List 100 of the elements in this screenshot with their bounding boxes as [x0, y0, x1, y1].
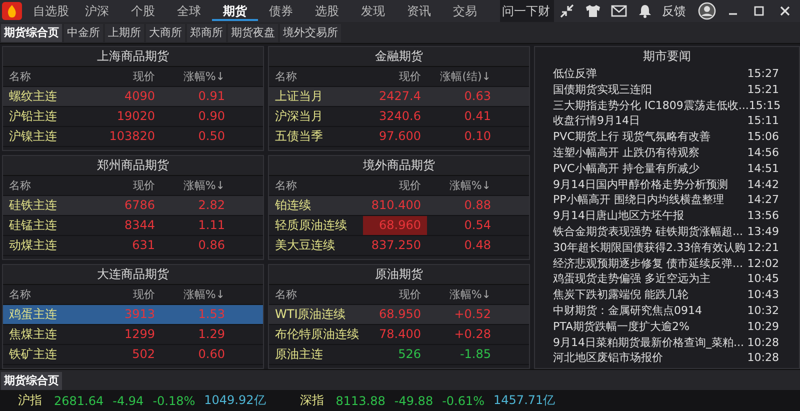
flame-logo-icon [2, 2, 22, 20]
news-headline[interactable]: 9月14日菜粕期货最新价格查询_菜粕... [553, 334, 744, 350]
price-cell-text: 103820 [108, 128, 156, 145]
news-time: 10:28 [747, 350, 779, 366]
news-headline[interactable]: 鸡蛋现货走势偏强 多近空远为主 [553, 271, 710, 288]
name-cell-text: 焦煤主连 [8, 326, 58, 343]
index-name: 沪指 [18, 392, 42, 409]
news-time: 13:49 [747, 224, 779, 240]
index-name: 深指 [300, 392, 324, 409]
quote-row[interactable]: 鸡蛋主连 3913 1.53 [3, 305, 263, 325]
price-cell-text: 837.250 [370, 237, 422, 254]
quote-row[interactable]: 硅锰主连 8344 1.11 [3, 216, 263, 236]
quote-row[interactable]: 轻质原油连续 68.960 0.54 [269, 216, 529, 236]
nav-tab[interactable]: 自选股 [28, 1, 74, 21]
quote-row[interactable]: 螺纹主连 4090 0.91 [3, 87, 263, 107]
column-header[interactable]: 名称 [269, 287, 363, 302]
change-cell-text: 0.91 [197, 88, 226, 105]
column-header[interactable]: 现价 [97, 69, 161, 84]
quote-row[interactable]: 五债当季 97.600 0.10 [269, 127, 529, 147]
quote-row[interactable]: 硅铁主连 6786 2.82 [3, 196, 263, 216]
news-headline[interactable]: 连塑小幅高开 止跌仍有待观察 [553, 144, 700, 161]
news-time: 14:42 [747, 176, 779, 192]
column-header[interactable]: 现价 [97, 178, 161, 193]
column-header[interactable]: 现价 [97, 287, 161, 302]
index-value: -49.88 [394, 394, 434, 408]
exchange-tab[interactable]: 境外交易所 [280, 24, 341, 42]
price-cell-text: 631 [131, 237, 156, 254]
column-header[interactable]: 名称 [269, 69, 363, 84]
price-cell-text: 8344 [123, 217, 156, 234]
news-headline[interactable]: PTA期货跌幅一度扩大逾2% [553, 318, 690, 335]
news-time: 15:06 [747, 129, 779, 145]
name-cell-text: 沪镍主连 [8, 128, 58, 145]
column-header[interactable]: 涨幅(结)↓ [427, 69, 497, 84]
nav-tab[interactable]: 沪深 [74, 1, 120, 21]
change-cell-text: 0.41 [463, 108, 492, 125]
news-headline[interactable]: 国债期货实现三连阳 [553, 82, 652, 98]
news-headline[interactable]: 9月14日唐山地区方坯午报 [553, 208, 684, 224]
news-headline[interactable]: 焦炭下跌初露端倪 能跌几轮 [553, 287, 688, 303]
change-cell-text: 0.54 [463, 217, 492, 234]
column-header[interactable]: 现价 [363, 287, 427, 302]
column-header[interactable]: 涨幅%↓ [161, 287, 231, 302]
quote-row[interactable]: 布伦特原油连续 78.400 +0.28 [269, 325, 529, 345]
news-headline[interactable]: 30年超长期限国债获得2.33倍有效认购 [553, 240, 746, 256]
nav-tab[interactable]: 个股 [120, 1, 166, 21]
news-headline[interactable]: 三大期指走势分化 IC1809震荡走低收... [553, 98, 749, 114]
nav-tab[interactable]: 选股 [304, 1, 350, 21]
nav-tab[interactable]: 资讯 [396, 1, 442, 21]
panel-title: 原油期货 [269, 265, 529, 285]
news-headline[interactable]: 收盘行情9月14日 [553, 113, 640, 130]
news-time: 10:29 [747, 318, 779, 335]
column-header[interactable]: 名称 [3, 178, 97, 193]
quote-row[interactable]: 美大豆连续 837.250 0.48 [269, 236, 529, 256]
search-field[interactable]: 问一下财 [500, 0, 554, 22]
news-headline[interactable]: 中财期货：金属研究焦点0914 [553, 302, 702, 319]
quote-row[interactable]: 焦煤主连 1299 1.29 [3, 325, 263, 345]
news-headline[interactable]: 经济悲观预期逐步修复 债市延续反弹... [553, 256, 743, 272]
exchange-tab[interactable]: 期货综合页 [1, 24, 62, 42]
feedback-link[interactable]: 反馈 [662, 2, 686, 20]
nav-tab[interactable]: 全球 [166, 1, 212, 21]
price-cell-text: 3913 [123, 306, 156, 323]
panel-title: 期市要闻 [642, 48, 692, 65]
nav-tab[interactable]: 发现 [350, 1, 396, 21]
column-header[interactable]: 涨幅%↓ [427, 178, 497, 193]
nav-tab[interactable]: 债券 [258, 1, 304, 21]
column-header[interactable]: 现价 [363, 69, 427, 84]
page-tab[interactable]: 期货综合页 [1, 372, 62, 390]
quote-row[interactable]: 沪镍主连 103820 0.50 [3, 127, 263, 147]
quote-row[interactable]: 原油主连 526 -1.85 [269, 345, 529, 365]
exchange-tab[interactable]: 上期所 [105, 24, 144, 42]
column-header[interactable]: 涨幅%↓ [161, 69, 231, 84]
quote-row[interactable]: 上证当月 2427.4 0.63 [269, 87, 529, 107]
news-headline[interactable]: 河北地区废铝市场报价 [553, 350, 663, 366]
quote-row[interactable]: 沪铅主连 19020 0.90 [3, 107, 263, 127]
price-cell-text: 502 [131, 346, 156, 363]
news-headline[interactable]: PVC期货上行 现货气氛略有改善 [553, 129, 710, 145]
exchange-tab[interactable]: 期货夜盘 [228, 24, 278, 42]
exchange-tab[interactable]: 大商所 [146, 24, 185, 42]
column-header[interactable]: 涨幅%↓ [161, 178, 231, 193]
exchange-tab[interactable]: 中金所 [64, 24, 103, 42]
news-headline[interactable]: 铁合金期货表现强势 硅铁期货涨幅超... [553, 224, 743, 240]
column-header[interactable]: 现价 [363, 178, 427, 193]
column-header[interactable]: 名称 [3, 69, 97, 84]
name-cell-text: 鸡蛋主连 [8, 306, 58, 323]
news-headline[interactable]: 9月14日国内甲醇价格走势分析预测 [553, 176, 728, 192]
quote-row[interactable]: 铁矿主连 502 0.60 [3, 345, 263, 365]
quote-row[interactable]: 铂连续 810.400 0.88 [269, 196, 529, 216]
quote-row[interactable]: 动煤主连 631 0.86 [3, 236, 263, 256]
quote-row[interactable]: 沪深当月 3240.6 0.41 [269, 107, 529, 127]
news-headline[interactable]: PP小幅高开 围绕日内均线横盘整理 [553, 192, 724, 208]
news-time: 12:21 [747, 240, 779, 256]
exchange-tab[interactable]: 郑商所 [187, 24, 226, 42]
news-headline[interactable]: PVC小幅高开 持仓量有所减少 [553, 160, 700, 177]
quote-row[interactable]: WTI原油连续 68.950 +0.52 [269, 305, 529, 325]
news-time: 14:27 [747, 192, 779, 208]
index-value: -0.18% [152, 394, 196, 408]
column-header[interactable]: 名称 [269, 178, 363, 193]
column-header[interactable]: 名称 [3, 287, 97, 302]
news-headline[interactable]: 低位反弹 [553, 66, 597, 82]
nav-tab[interactable]: 交易 [442, 1, 488, 21]
column-header[interactable]: 涨幅%↓ [427, 287, 497, 302]
